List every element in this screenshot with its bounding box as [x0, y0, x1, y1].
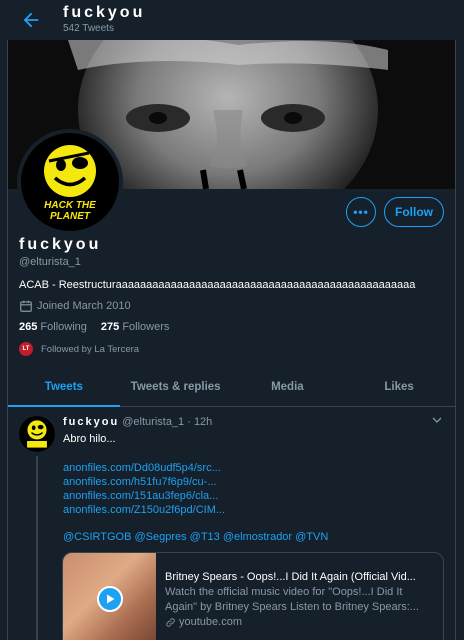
tweet-text: Abro hilo... [63, 433, 116, 445]
profile-stats: 265 Following 275 Followers [19, 321, 169, 333]
header-tweet-count: 542 Tweets [63, 23, 114, 34]
tweet-header: fuckyou @elturista_1 · 12h [63, 416, 212, 428]
followed-by[interactable]: LT Followed by La Tercera [19, 342, 139, 356]
tweet-meta[interactable]: @elturista_1 · 12h [122, 416, 212, 428]
follow-button[interactable]: Follow [384, 197, 444, 227]
calendar-icon [20, 300, 32, 312]
followers-link[interactable]: 275 Followers [101, 321, 170, 333]
tweet-author-name[interactable]: fuckyou [63, 416, 119, 428]
tab-tweets-and-replies[interactable]: Tweets & replies [120, 368, 232, 406]
more-options-button[interactable]: ••• [346, 197, 376, 227]
card-body: Britney Spears - Oops!...I Did It Again … [156, 553, 443, 640]
la-tercera-avatar: LT [19, 342, 33, 356]
profile-header: fuckyou 542 Tweets [0, 0, 464, 40]
following-link[interactable]: 265 Following [19, 321, 87, 333]
profile-bio: ACAB - Reestructuraaaaaaaaaaaaaaaaaaaaaa… [19, 279, 416, 291]
tab-media[interactable]: Media [232, 368, 344, 406]
tweet-avatar-image [19, 416, 55, 452]
followed-by-text: Followed by La Tercera [41, 343, 140, 355]
profile-tabs: Tweets Tweets & replies Media Likes [8, 368, 455, 407]
joined-date-text: Joined March 2010 [37, 300, 131, 312]
tweet-link[interactable]: anonfiles.com/Dd08udf5p4/src... [63, 461, 225, 475]
card-domain: youtube.com [179, 616, 242, 628]
link-icon [166, 618, 175, 627]
tab-likes[interactable]: Likes [343, 368, 455, 406]
tweet-link[interactable]: anonfiles.com/h51fu7f6p9/cu-... [63, 475, 225, 489]
profile-handle: @elturista_1 [19, 256, 81, 268]
tweet-link[interactable]: anonfiles.com/Z150u2f6pd/CIM... [63, 503, 225, 517]
card-title: Britney Spears - Oops!...I Did It Again … [165, 571, 416, 583]
profile-avatar[interactable]: HACK THE PLANET [17, 129, 123, 235]
thread-line [36, 456, 38, 640]
video-thumbnail [63, 553, 156, 640]
avatar-text-line1: HACK THE [44, 200, 96, 211]
profile-name: fuckyou [19, 236, 102, 253]
card-domain-row: youtube.com [165, 615, 433, 630]
back-arrow-icon[interactable] [20, 9, 42, 31]
hack-the-planet-avatar-image: HACK THE PLANET [21, 133, 119, 231]
tweet-links: anonfiles.com/Dd08udf5p4/src... anonfile… [63, 461, 225, 517]
play-icon[interactable] [97, 586, 123, 612]
tweet-link[interactable]: anonfiles.com/151au3fep6/cla... [63, 489, 225, 503]
tweet-avatar[interactable] [19, 416, 55, 452]
header-title: fuckyou [63, 4, 146, 21]
card-description: Watch the official music video for "Oops… [165, 586, 419, 613]
followers-count: 275 [100, 321, 120, 333]
following-label: Following [40, 321, 87, 333]
avatar-text-line2: PLANET [50, 211, 91, 222]
profile-joined: Joined March 2010 [19, 299, 131, 313]
tab-tweets[interactable]: Tweets [8, 368, 120, 407]
link-preview-card[interactable]: Britney Spears - Oops!...I Did It Again … [62, 552, 444, 640]
play-triangle-icon [107, 594, 115, 604]
following-count: 265 [19, 321, 38, 333]
chevron-down-icon[interactable] [431, 414, 443, 426]
followers-label: Followers [122, 321, 170, 333]
tweet-mentions[interactable]: @CSIRTGOB @Segpres @T13 @elmostrador @TV… [63, 531, 328, 543]
